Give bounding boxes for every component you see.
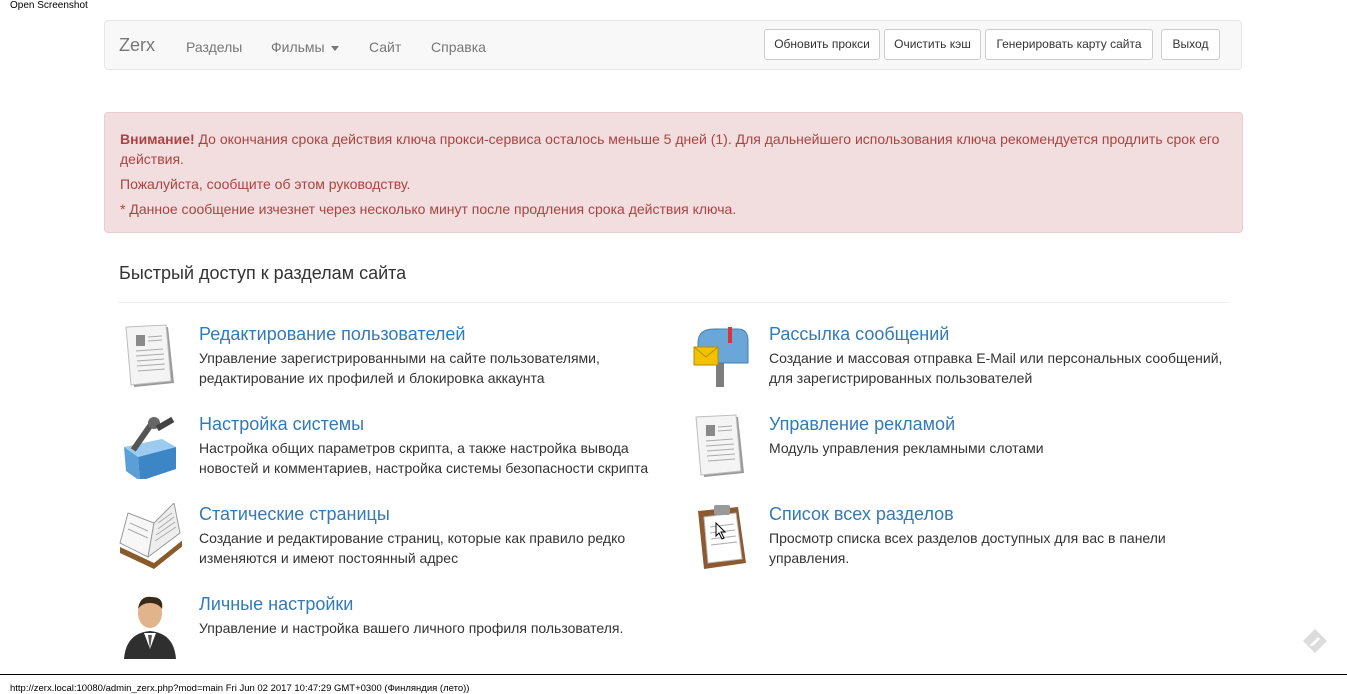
alert-strong: Внимание! (120, 131, 195, 147)
clear-cache-button[interactable]: Очистить кэш (884, 29, 981, 60)
brand-link[interactable]: Zerx (119, 35, 155, 55)
status-bar: http://zerx.local:10080/admin_zerx.php?m… (0, 674, 1347, 694)
document-icon (688, 413, 752, 479)
tile-edit-users: Редактирование пользователей Управление … (118, 323, 658, 403)
section-divider (118, 302, 1229, 303)
mouse-cursor-icon (715, 521, 727, 543)
alert-line-3: * Данное сообщение изчезнет через нескол… (120, 201, 737, 217)
user-avatar-icon (118, 593, 182, 659)
quick-access-title: Быстрый доступ к разделам сайта (119, 263, 407, 283)
warning-alert: Внимание! До окончания срока действия кл… (104, 112, 1243, 233)
tile-system-settings: Настройка системы Настройка общих параме… (118, 413, 658, 493)
tile-description: Настройка общих параметров скрипта, а та… (199, 440, 649, 476)
nav-link-help[interactable]: Справка (431, 38, 486, 56)
tile-description: Создание и редактирование страниц, котор… (199, 530, 626, 566)
tile-static-pages: Статические страницы Создание и редактир… (118, 501, 658, 583)
tile-title-link[interactable]: Личные настройки (199, 593, 353, 615)
navbar: Zerx Разделы Фильмы Сайт Справка Обновит… (104, 20, 1242, 70)
tile-all-sections: Список всех разделов Просмотр списка все… (688, 503, 1228, 583)
alert-line-1: Внимание! До окончания срока действия кл… (120, 129, 1227, 169)
alert-line-2: Пожалуйста, сообщите об этом руководству… (120, 176, 411, 192)
tile-title-link[interactable]: Рассылка сообщений (769, 323, 949, 345)
tile-title-link[interactable]: Редактирование пользователей (199, 323, 465, 345)
generate-sitemap-button[interactable]: Генерировать карту сайта (985, 29, 1153, 60)
tile-ads-management: Управление рекламой Модуль управления ре… (688, 413, 1228, 493)
tile-title-link[interactable]: Настройка системы (199, 413, 364, 435)
document-icon (118, 323, 182, 389)
nav-dropdown-movies-label: Фильмы (271, 39, 325, 55)
tile-description: Просмотр списка всех разделов доступных … (769, 530, 1166, 566)
tile-description: Модуль управления рекламными слотами (769, 440, 1044, 456)
screenshot-caption: Open Screenshot (10, 0, 88, 11)
logout-button[interactable]: Выход (1161, 29, 1220, 60)
tile-title-link[interactable]: Управление рекламой (769, 413, 955, 435)
tile-title-link[interactable]: Статические страницы (199, 503, 390, 525)
tile-description: Управление зарегистрированными на сайте … (199, 350, 600, 386)
mailbox-icon (688, 323, 752, 389)
tile-personal-settings: Личные настройки Управление и настройка … (118, 593, 658, 673)
caret-down-icon (330, 45, 339, 51)
alert-text-1: До окончания срока действия ключа прокси… (120, 131, 1220, 167)
tile-description: Управление и настройка вашего личного пр… (199, 620, 624, 636)
status-url: http://zerx.local:10080/admin_zerx.php?m… (10, 683, 470, 694)
refresh-proxy-button[interactable]: Обновить прокси (764, 29, 880, 60)
feedback-icon[interactable] (1302, 628, 1328, 654)
nav-link-site[interactable]: Сайт (369, 38, 401, 56)
tile-title-link[interactable]: Список всех разделов (769, 503, 954, 525)
toolbox-icon (118, 413, 182, 481)
tile-mailing: Рассылка сообщений Создание и массовая о… (688, 323, 1228, 403)
nav-dropdown-movies[interactable]: Фильмы (271, 38, 339, 56)
open-book-icon (118, 501, 184, 569)
nav-link-sections[interactable]: Разделы (186, 38, 242, 56)
tile-description: Создание и массовая отправка E-Mail или … (769, 350, 1223, 386)
